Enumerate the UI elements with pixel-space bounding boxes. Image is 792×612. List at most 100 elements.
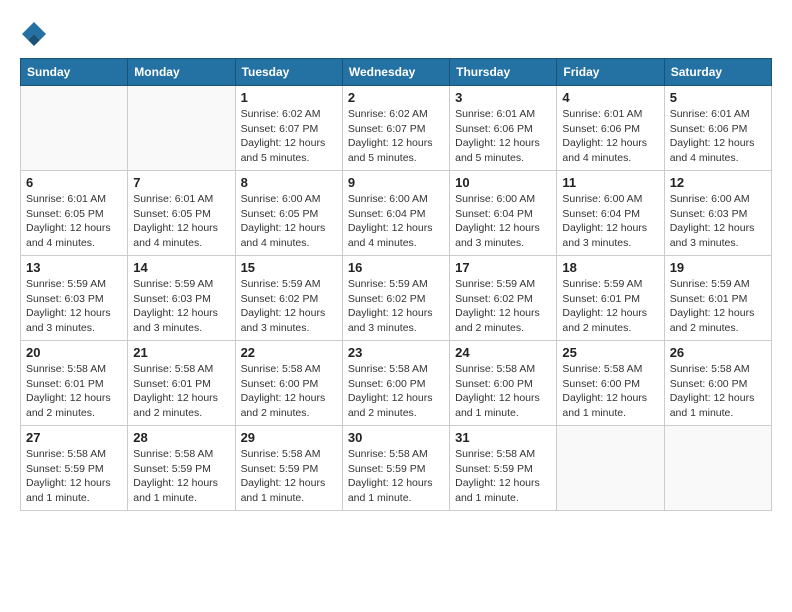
day-number: 24 (455, 345, 551, 360)
calendar-cell: 15Sunrise: 5:59 AM Sunset: 6:02 PM Dayli… (235, 256, 342, 341)
day-info: Sunrise: 6:01 AM Sunset: 6:05 PM Dayligh… (26, 192, 122, 251)
day-info: Sunrise: 5:59 AM Sunset: 6:03 PM Dayligh… (133, 277, 229, 336)
day-number: 11 (562, 175, 658, 190)
day-number: 18 (562, 260, 658, 275)
logo (20, 20, 52, 48)
day-info: Sunrise: 5:58 AM Sunset: 5:59 PM Dayligh… (26, 447, 122, 506)
calendar-cell: 11 Sunrise: 6:00 AM Sunset: 6:04 PM Dayli… (557, 171, 664, 256)
calendar-cell: 31 Sunrise: 5:58 AM Sunset: 5:59 PM Dayli… (450, 426, 557, 511)
day-info: Sunrise: 6:02 AM Sunset: 6:07 PM Dayligh… (348, 107, 444, 166)
calendar-cell: 14 Sunrise: 5:59 AM Sunset: 6:03 PM Dayli… (128, 256, 235, 341)
calendar-cell: 23 Sunrise: 5:58 AM Sunset: 6:00 PM Dayli… (342, 341, 449, 426)
day-info: Sunrise: 6:01 AM Sunset: 6:05 PM Dayligh… (133, 192, 229, 251)
calendar-cell: 28Sunrise: 5:58 AM Sunset: 5:59 PM Dayli… (128, 426, 235, 511)
day-info: Sunrise: 6:00 AM Sunset: 6:04 PM Dayligh… (455, 192, 551, 251)
calendar-cell (128, 86, 235, 171)
day-info: Sunrise: 5:58 AM Sunset: 6:01 PM Dayligh… (133, 362, 229, 421)
calendar-cell: 12 Sunrise: 6:00 AM Sunset: 6:03 PM Dayli… (664, 171, 771, 256)
day-info: Sunrise: 5:58 AM Sunset: 5:59 PM Dayligh… (348, 447, 444, 506)
day-number: 8 (241, 175, 337, 190)
day-info: Sunrise: 6:02 AM Sunset: 6:07 PM Dayligh… (241, 107, 337, 166)
calendar-header-wednesday: Wednesday (342, 59, 449, 86)
day-info: Sunrise: 5:58 AM Sunset: 5:59 PM Dayligh… (455, 447, 551, 506)
day-info: Sunrise: 5:59 AM Sunset: 6:02 PM Dayligh… (455, 277, 551, 336)
day-info: Sunrise: 5:59 AM Sunset: 6:03 PM Dayligh… (26, 277, 122, 336)
day-info: Sunrise: 5:59 AM Sunset: 6:01 PM Dayligh… (562, 277, 658, 336)
calendar-cell: 26 Sunrise: 5:58 AM Sunset: 6:00 PM Dayli… (664, 341, 771, 426)
day-number: 17 (455, 260, 551, 275)
day-info: Sunrise: 5:58 AM Sunset: 5:59 PM Dayligh… (241, 447, 337, 506)
day-number: 22 (241, 345, 337, 360)
calendar-cell: 24 Sunrise: 5:58 AM Sunset: 6:00 PM Dayli… (450, 341, 557, 426)
day-info: Sunrise: 5:58 AM Sunset: 6:00 PM Dayligh… (670, 362, 766, 421)
day-info: Sunrise: 6:00 AM Sunset: 6:04 PM Dayligh… (562, 192, 658, 251)
day-info: Sunrise: 5:58 AM Sunset: 6:01 PM Dayligh… (26, 362, 122, 421)
calendar-cell: 18 Sunrise: 5:59 AM Sunset: 6:01 PM Dayli… (557, 256, 664, 341)
day-info: Sunrise: 6:00 AM Sunset: 6:03 PM Dayligh… (670, 192, 766, 251)
day-number: 1 (241, 90, 337, 105)
day-number: 3 (455, 90, 551, 105)
day-number: 23 (348, 345, 444, 360)
day-info: Sunrise: 5:59 AM Sunset: 6:02 PM Dayligh… (241, 277, 337, 336)
day-number: 9 (348, 175, 444, 190)
calendar-cell: 7 Sunrise: 6:01 AM Sunset: 6:05 PM Daylig… (128, 171, 235, 256)
logo-icon (20, 20, 48, 48)
calendar-header-thursday: Thursday (450, 59, 557, 86)
day-number: 16 (348, 260, 444, 275)
day-number: 31 (455, 430, 551, 445)
calendar-cell: 8 Sunrise: 6:00 AM Sunset: 6:05 PM Daylig… (235, 171, 342, 256)
day-info: Sunrise: 5:59 AM Sunset: 6:01 PM Dayligh… (670, 277, 766, 336)
calendar-cell: 19 Sunrise: 5:59 AM Sunset: 6:01 PM Dayli… (664, 256, 771, 341)
calendar-header-saturday: Saturday (664, 59, 771, 86)
calendar-header-friday: Friday (557, 59, 664, 86)
day-info: Sunrise: 6:00 AM Sunset: 6:04 PM Dayligh… (348, 192, 444, 251)
day-info: Sunrise: 5:58 AM Sunset: 6:00 PM Dayligh… (348, 362, 444, 421)
day-info: Sunrise: 5:58 AM Sunset: 5:59 PM Dayligh… (133, 447, 229, 506)
calendar-header-row: SundayMondayTuesdayWednesdayThursdayFrid… (21, 59, 772, 86)
week-row-2: 6 Sunrise: 6:01 AM Sunset: 6:05 PM Daylig… (21, 171, 772, 256)
day-number: 13 (26, 260, 122, 275)
day-info: Sunrise: 6:01 AM Sunset: 6:06 PM Dayligh… (670, 107, 766, 166)
day-info: Sunrise: 6:00 AM Sunset: 6:05 PM Dayligh… (241, 192, 337, 251)
day-number: 5 (670, 90, 766, 105)
day-number: 26 (670, 345, 766, 360)
calendar-cell (21, 86, 128, 171)
calendar-header-tuesday: Tuesday (235, 59, 342, 86)
calendar-cell (664, 426, 771, 511)
calendar-cell: 22 Sunrise: 5:58 AM Sunset: 6:00 PM Dayli… (235, 341, 342, 426)
day-number: 7 (133, 175, 229, 190)
calendar-cell: 17 Sunrise: 5:59 AM Sunset: 6:02 PM Dayli… (450, 256, 557, 341)
day-number: 2 (348, 90, 444, 105)
calendar-cell: 9 Sunrise: 6:00 AM Sunset: 6:04 PM Daylig… (342, 171, 449, 256)
page-header (20, 20, 772, 48)
calendar-cell: 1 Sunrise: 6:02 AM Sunset: 6:07 PM Daylig… (235, 86, 342, 171)
day-number: 6 (26, 175, 122, 190)
week-row-4: 20 Sunrise: 5:58 AM Sunset: 6:01 PM Dayli… (21, 341, 772, 426)
day-number: 25 (562, 345, 658, 360)
week-row-5: 27Sunrise: 5:58 AM Sunset: 5:59 PM Dayli… (21, 426, 772, 511)
day-info: Sunrise: 5:58 AM Sunset: 6:00 PM Dayligh… (562, 362, 658, 421)
calendar-cell: 10 Sunrise: 6:00 AM Sunset: 6:04 PM Dayli… (450, 171, 557, 256)
calendar-cell: 5 Sunrise: 6:01 AM Sunset: 6:06 PM Daylig… (664, 86, 771, 171)
calendar-cell: 21 Sunrise: 5:58 AM Sunset: 6:01 PM Dayli… (128, 341, 235, 426)
calendar-header-sunday: Sunday (21, 59, 128, 86)
calendar-table: SundayMondayTuesdayWednesdayThursdayFrid… (20, 58, 772, 511)
day-number: 14 (133, 260, 229, 275)
day-number: 4 (562, 90, 658, 105)
day-info: Sunrise: 6:01 AM Sunset: 6:06 PM Dayligh… (455, 107, 551, 166)
day-info: Sunrise: 5:59 AM Sunset: 6:02 PM Dayligh… (348, 277, 444, 336)
day-number: 19 (670, 260, 766, 275)
calendar-header-monday: Monday (128, 59, 235, 86)
day-number: 30 (348, 430, 444, 445)
day-number: 21 (133, 345, 229, 360)
calendar-cell: 30 Sunrise: 5:58 AM Sunset: 5:59 PM Dayli… (342, 426, 449, 511)
day-number: 10 (455, 175, 551, 190)
calendar-cell: 29Sunrise: 5:58 AM Sunset: 5:59 PM Dayli… (235, 426, 342, 511)
day-number: 12 (670, 175, 766, 190)
day-info: Sunrise: 5:58 AM Sunset: 6:00 PM Dayligh… (455, 362, 551, 421)
day-info: Sunrise: 5:58 AM Sunset: 6:00 PM Dayligh… (241, 362, 337, 421)
calendar-cell: 3 Sunrise: 6:01 AM Sunset: 6:06 PM Daylig… (450, 86, 557, 171)
calendar-cell (557, 426, 664, 511)
calendar-cell: 25 Sunrise: 5:58 AM Sunset: 6:00 PM Dayli… (557, 341, 664, 426)
day-number: 20 (26, 345, 122, 360)
